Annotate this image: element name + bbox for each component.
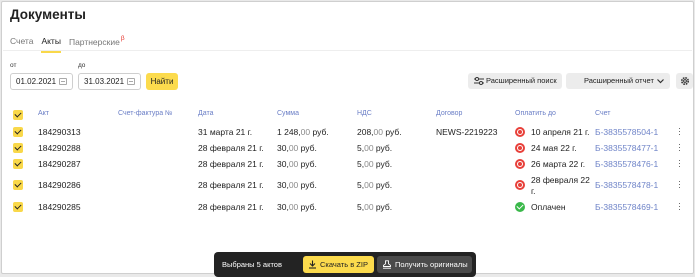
- selected-count: Выбраны 5 актов: [222, 260, 282, 269]
- stamp-icon: [383, 260, 391, 269]
- download-zip-button[interactable]: Скачать в ZIP: [303, 256, 374, 273]
- row-checkbox[interactable]: [13, 180, 23, 190]
- select-all-checkbox[interactable]: [13, 110, 23, 120]
- more-icon[interactable]: · · ·: [678, 140, 681, 155]
- overdue-status-icon: [515, 180, 525, 190]
- act-number[interactable]: 184290288: [38, 143, 81, 153]
- calendar-icon: [59, 78, 67, 85]
- act-date: 28 февраля 21 г.: [198, 143, 264, 153]
- account-link[interactable]: Б-3835578469-1: [595, 202, 658, 212]
- date-to-field[interactable]: 31.03.2021: [78, 73, 141, 90]
- chevron-down-icon: [657, 79, 664, 84]
- date-to-value: 31.03.2021: [84, 77, 125, 86]
- act-date: 31 марта 21 г.: [198, 127, 253, 137]
- documents-window: Документы Счета Акты Партнерскиеβ от до …: [1, 1, 694, 277]
- overdue-status-icon: [515, 127, 525, 137]
- account-link[interactable]: Б-3835578478-1: [595, 180, 658, 190]
- act-sum: 1 248,00 руб.: [277, 127, 329, 137]
- pay-until-line2: г.: [531, 186, 536, 196]
- account-link[interactable]: Б-3835578476-1: [595, 159, 658, 169]
- find-button[interactable]: Найти: [146, 73, 178, 90]
- selection-bar: Выбраны 5 актов Скачать в ZIP Получить о…: [214, 252, 476, 277]
- account-link[interactable]: Б-3835578477-1: [595, 143, 658, 153]
- account-link[interactable]: Б-3835578504-1: [595, 127, 658, 137]
- more-icon[interactable]: · · ·: [678, 177, 681, 192]
- gear-icon: [680, 76, 689, 86]
- download-zip-label: Скачать в ZIP: [320, 260, 368, 269]
- more-icon[interactable]: · · ·: [678, 156, 681, 171]
- act-vat: 5,00 руб.: [357, 159, 393, 169]
- act-number[interactable]: 184290287: [38, 159, 81, 169]
- act-sum: 30,00 руб.: [277, 143, 317, 153]
- pay-until: 10 апреля 21 г.: [531, 127, 590, 137]
- overdue-status-icon: [515, 159, 525, 169]
- calendar-icon: [127, 78, 135, 85]
- to-label: до: [78, 62, 86, 69]
- row-checkbox[interactable]: [13, 143, 23, 153]
- act-number[interactable]: 184290285: [38, 202, 81, 212]
- act-sum: 30,00 руб.: [277, 159, 317, 169]
- act-date: 28 февраля 21 г.: [198, 202, 264, 212]
- date-from-field[interactable]: 01.02.2021: [10, 73, 73, 90]
- paid-status-icon: [515, 202, 525, 212]
- act-vat: 5,00 руб.: [357, 143, 393, 153]
- act-number[interactable]: 184290313: [38, 127, 81, 137]
- column-header-account[interactable]: Счет: [595, 110, 611, 117]
- pay-status: Оплачен: [531, 202, 566, 212]
- overdue-status-icon: [515, 143, 525, 153]
- tab-partner-label: Партнерские: [68, 36, 120, 47]
- get-originals-label: Получить оригиналы: [395, 260, 468, 269]
- row-checkbox[interactable]: [13, 202, 23, 212]
- column-header-sum[interactable]: Сумма: [277, 110, 299, 117]
- pay-until: 26 марта 22 г.: [531, 159, 586, 169]
- act-date: 28 февраля 21 г.: [198, 180, 264, 190]
- settings-button[interactable]: [676, 73, 693, 89]
- row-checkbox[interactable]: [13, 159, 23, 169]
- pay-until: 24 мая 22 г.: [531, 143, 577, 153]
- act-number[interactable]: 184290286: [38, 180, 81, 190]
- advanced-search-button[interactable]: Расширенный поиск: [468, 73, 562, 89]
- sliders-icon: [474, 77, 484, 85]
- advanced-report-label: Расширенный отчет: [584, 76, 654, 85]
- from-label: от: [10, 62, 17, 69]
- date-from-value: 01.02.2021: [16, 77, 57, 86]
- column-header-contract[interactable]: Договор: [436, 110, 462, 117]
- more-icon[interactable]: · · ·: [678, 124, 681, 139]
- download-icon: [309, 260, 316, 269]
- act-date: 28 февраля 21 г.: [198, 159, 264, 169]
- pay-until-line1: 28 февраля 22: [531, 175, 590, 185]
- more-icon[interactable]: · · ·: [678, 199, 681, 214]
- column-header-date[interactable]: Дата: [198, 110, 214, 117]
- beta-badge: β: [120, 35, 125, 42]
- tabs-divider: [3, 50, 692, 51]
- column-header-invoice[interactable]: Счет-фактура №: [118, 110, 173, 117]
- act-vat: 5,00 руб.: [357, 202, 393, 212]
- act-vat: 5,00 руб.: [357, 180, 393, 190]
- row-checkbox[interactable]: [13, 127, 23, 137]
- act-sum: 30,00 руб.: [277, 202, 317, 212]
- get-originals-button[interactable]: Получить оригиналы: [377, 256, 472, 273]
- advanced-report-dropdown[interactable]: Расширенный отчет: [566, 73, 670, 89]
- column-header-pay-until[interactable]: Оплатить до: [515, 110, 556, 117]
- act-sum: 30,00 руб.: [277, 180, 317, 190]
- act-vat: 208,00 руб.: [357, 127, 402, 137]
- column-header-vat[interactable]: НДС: [357, 110, 372, 117]
- column-header-act[interactable]: Акт: [38, 110, 49, 117]
- act-contract: NEWS-2219223: [436, 127, 498, 137]
- page-title: Документы: [10, 7, 86, 22]
- advanced-search-label: Расширенный поиск: [486, 76, 557, 85]
